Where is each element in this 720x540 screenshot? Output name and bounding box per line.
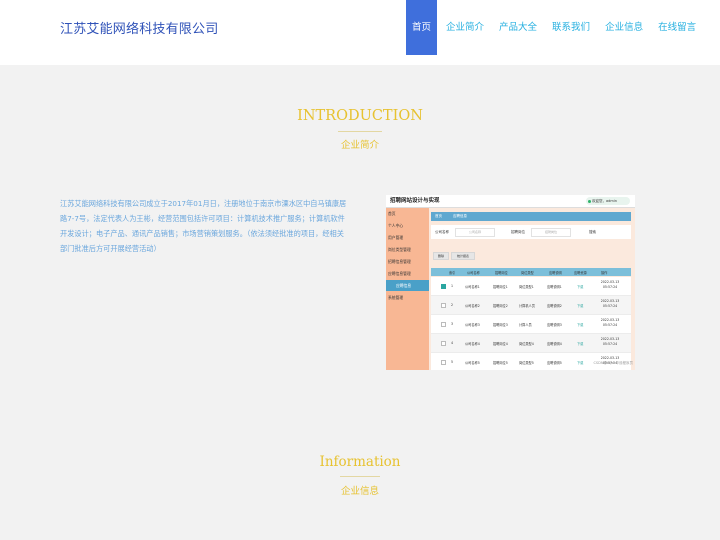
shot-user-text: 欢迎您，admin bbox=[592, 199, 617, 203]
shot-search-bar: 公司名称 公司名称 招聘岗位 招聘岗位 搜索 bbox=[431, 225, 631, 239]
shot-th: 岗位类型 bbox=[521, 271, 534, 275]
shot-td: 2 bbox=[451, 303, 454, 307]
shot-td: 3 bbox=[451, 322, 454, 326]
info-divider bbox=[340, 476, 380, 477]
shot-td: 1 bbox=[451, 284, 454, 288]
shot-td: 下载 bbox=[577, 285, 584, 289]
shot-td: 2022-03-13 05:57:24 bbox=[600, 318, 620, 327]
shot-table-row: 4 公司名称4 招聘岗位4 岗位类型4 应聘说明4 下载 2022-03-13 … bbox=[431, 334, 631, 353]
shot-sidebar-item-selected: 应聘信息 bbox=[386, 280, 429, 291]
shot-checkbox bbox=[441, 284, 446, 289]
shot-td: 公司名称2 bbox=[465, 304, 480, 308]
status-dot-icon bbox=[588, 199, 591, 203]
shot-td: 岗位类型5 bbox=[519, 361, 534, 365]
shot-th: 应聘资源 bbox=[574, 271, 587, 275]
nav-item-home[interactable]: 首页 bbox=[406, 0, 438, 55]
intro-screenshot-image: 招聘网站设计与实现 欢迎您，admin 首页 个人中心 用户管理 岗位类型管理 … bbox=[386, 195, 635, 370]
shot-td: 下载 bbox=[577, 342, 584, 346]
shot-td: 2022-03-13 05:57:24 bbox=[600, 280, 620, 289]
shot-checkbox bbox=[441, 341, 446, 346]
shot-td: 应聘说明2 bbox=[547, 304, 562, 308]
shot-th: 公司名称 bbox=[467, 271, 480, 275]
shot-sidebar-item: 首页 bbox=[388, 211, 396, 216]
shot-td: 下载 bbox=[577, 323, 584, 327]
shot-table-row: 2 公司名称2 招聘岗位2 计算机人员 应聘说明2 下载 2022-03-13 … bbox=[431, 296, 631, 315]
shot-th: 应聘说明 bbox=[549, 271, 562, 275]
shot-td: 公司名称1 bbox=[465, 285, 480, 289]
site-header: 江苏艾能网络科技有限公司 首页 企业简介 产品大全 联系我们 企业信息 在线留言 bbox=[0, 0, 720, 65]
shot-th: 招聘岗位 bbox=[495, 271, 508, 275]
nav-item-contact[interactable]: 联系我们 bbox=[546, 0, 596, 55]
shot-checkbox bbox=[441, 322, 446, 327]
nav-item-products[interactable]: 产品大全 bbox=[493, 0, 543, 55]
info-heading: Information bbox=[319, 454, 401, 470]
shot-checkbox bbox=[441, 360, 446, 365]
shot-td: 招聘岗位3 bbox=[493, 323, 508, 327]
intro-divider bbox=[338, 131, 382, 132]
nav-item-message[interactable]: 在线留言 bbox=[652, 0, 702, 55]
shot-table-header: 索引 公司名称 招聘岗位 岗位类型 应聘说明 应聘资源 操作 bbox=[431, 268, 631, 276]
intro-heading: INTRODUCTION bbox=[297, 108, 423, 124]
shot-td: 招聘岗位2 bbox=[493, 304, 508, 308]
intro-subheading: 企业简介 bbox=[340, 140, 379, 151]
site-logo[interactable]: 江苏艾能网络科技有限公司 bbox=[60, 18, 218, 37]
shot-td: 下载 bbox=[577, 361, 584, 365]
shot-td: 应聘说明5 bbox=[547, 361, 562, 365]
shot-td: 5 bbox=[451, 360, 454, 364]
shot-search-label: 招聘岗位 bbox=[511, 230, 525, 234]
shot-main: 首页 应聘信息 公司名称 公司名称 招聘岗位 招聘岗位 搜索 删除 统计报表 索… bbox=[429, 208, 635, 370]
shot-sidebar-item: 应聘信息管理 bbox=[388, 271, 411, 276]
nav-item-company-info[interactable]: 企业信息 bbox=[599, 0, 649, 55]
shot-td: 应聘说明4 bbox=[547, 342, 562, 346]
shot-tab: 应聘信息 bbox=[453, 214, 467, 218]
shot-search-input: 公司名称 bbox=[455, 228, 495, 237]
shot-tabbar: 首页 应聘信息 bbox=[431, 212, 631, 221]
shot-td: 2022-03-13 05:57:24 bbox=[600, 337, 620, 346]
shot-td: 公司名称4 bbox=[465, 342, 480, 346]
shot-td: 应聘说明3 bbox=[547, 323, 562, 327]
shot-td: 岗位类型1 bbox=[519, 285, 534, 289]
shot-th: 操作 bbox=[601, 271, 608, 275]
shot-sidebar-item: 用户管理 bbox=[388, 235, 404, 240]
shot-search-button: 搜索 bbox=[589, 230, 596, 234]
shot-td: 下载 bbox=[577, 304, 584, 308]
shot-sidebar-item: 个人中心 bbox=[388, 223, 404, 228]
shot-search-label: 公司名称 bbox=[435, 230, 449, 234]
shot-td: 2022-03-13 05:57:24 bbox=[600, 299, 620, 308]
nav-item-about[interactable]: 企业简介 bbox=[440, 0, 490, 55]
shot-td: 招聘岗位5 bbox=[493, 361, 508, 365]
shot-th: 索引 bbox=[449, 271, 456, 275]
shot-delete-button: 删除 bbox=[433, 252, 449, 260]
shot-topbar: 招聘网站设计与实现 欢迎您，admin bbox=[386, 195, 635, 208]
shot-report-button: 统计报表 bbox=[451, 252, 475, 260]
shot-user-pill: 欢迎您，admin bbox=[586, 197, 630, 205]
shot-sidebar-item: 招聘信息管理 bbox=[388, 259, 411, 264]
shot-td: 计算人员 bbox=[519, 323, 532, 327]
shot-td: 岗位类型4 bbox=[519, 342, 534, 346]
shot-tab: 首页 bbox=[435, 214, 442, 218]
shot-td: 应聘说明1 bbox=[547, 285, 562, 289]
info-subheading: 企业信息 bbox=[340, 486, 379, 497]
shot-td: 公司名称3 bbox=[465, 323, 480, 327]
shot-table-row: 3 公司名称3 招聘岗位3 计算人员 应聘说明3 下载 2022-03-13 0… bbox=[431, 315, 631, 334]
shot-table-row: 1 公司名称1 招聘岗位1 岗位类型1 应聘说明1 下载 2022-03-13 … bbox=[431, 277, 631, 296]
shot-search-input: 招聘岗位 bbox=[531, 228, 571, 237]
shot-td: 招聘岗位4 bbox=[493, 342, 508, 346]
shot-checkbox bbox=[441, 303, 446, 308]
shot-td: 公司名称5 bbox=[465, 361, 480, 365]
shot-title: 招聘网站设计与实现 bbox=[390, 198, 440, 204]
shot-td: 招聘岗位1 bbox=[493, 285, 508, 289]
shot-td: 4 bbox=[451, 341, 454, 345]
intro-paragraph: 江苏艾能网络科技有限公司成立于2017年01月日，注册地位于南京市溧水区中自马镇… bbox=[60, 199, 347, 253]
shot-sidebar-item: 岗位类型管理 bbox=[388, 247, 411, 252]
shot-sidebar-item: 系统管理 bbox=[388, 295, 404, 300]
shot-td: 计算机人员 bbox=[519, 304, 535, 308]
shot-watermark: CSDN@biye 毕设程序员 bbox=[593, 361, 633, 365]
shot-sidebar: 首页 个人中心 用户管理 岗位类型管理 招聘信息管理 应聘信息管理 应聘信息 系… bbox=[386, 208, 429, 370]
main-nav: 首页 企业简介 产品大全 联系我们 企业信息 在线留言 bbox=[406, 0, 705, 55]
